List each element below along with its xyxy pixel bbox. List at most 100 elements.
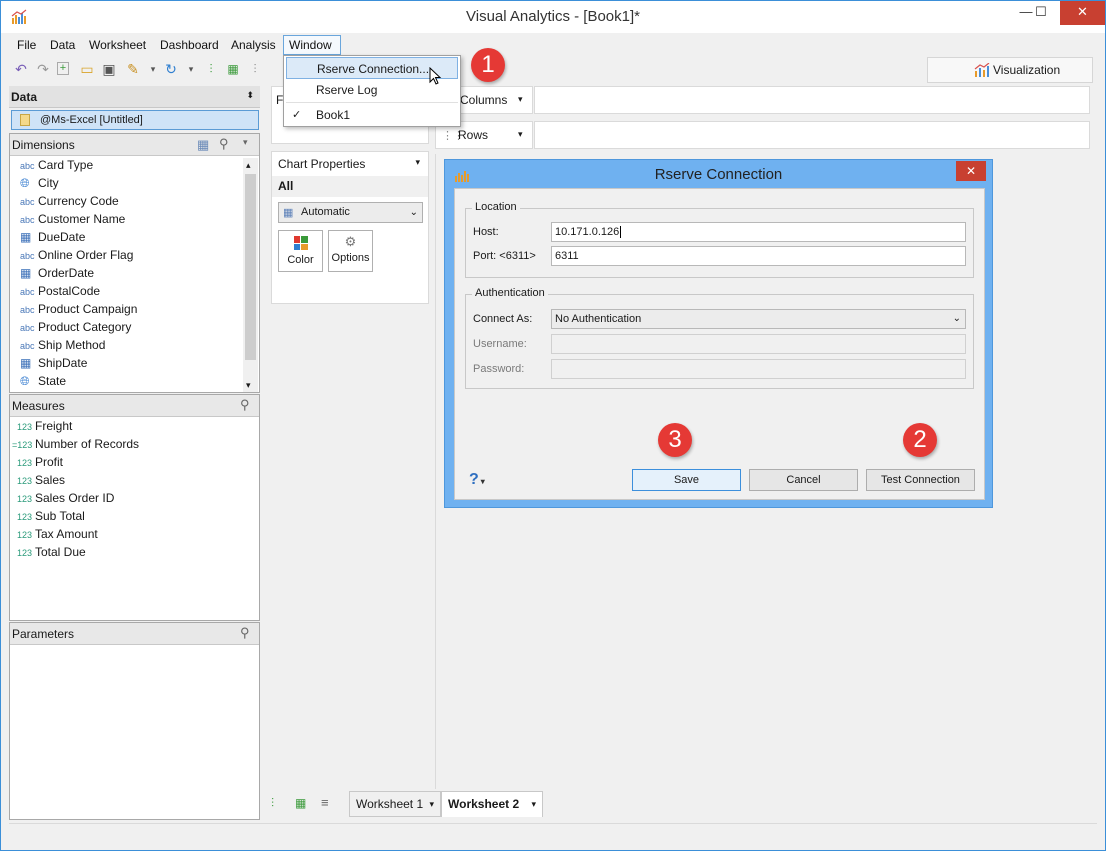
dimension-item[interactable]: abc Online Order Flag bbox=[10, 246, 259, 264]
data-source-icon[interactable]: ✎ bbox=[125, 61, 141, 77]
help-icon[interactable]: ? ▾ bbox=[469, 471, 485, 489]
menu-file[interactable]: File bbox=[12, 35, 41, 55]
menu-window[interactable]: Window bbox=[283, 35, 341, 55]
table-view-icon[interactable]: ▦ bbox=[197, 137, 209, 153]
menu-data[interactable]: Data bbox=[45, 35, 80, 55]
chart-type-select[interactable]: ▦ Automatic ⌄ bbox=[278, 202, 423, 223]
measure-item[interactable]: 123 Sales Order ID bbox=[10, 489, 259, 507]
status-bar bbox=[9, 823, 1097, 843]
dimension-item[interactable]: abc Currency Code bbox=[10, 192, 259, 210]
sheet-tab-1-label: Worksheet 1 bbox=[356, 797, 424, 811]
search-icon[interactable]: ⚲ bbox=[219, 136, 229, 152]
redo-icon[interactable]: ↷ bbox=[35, 61, 51, 77]
options-label: Options bbox=[331, 252, 370, 264]
chevron-down-icon[interactable]: ▾ bbox=[243, 137, 248, 148]
number-type-icon: 123 bbox=[16, 548, 32, 558]
new-dashboard-icon[interactable]: ▦ bbox=[225, 61, 241, 77]
dimensions-scrollbar[interactable]: ▴ ▾ bbox=[243, 158, 258, 392]
data-source-item[interactable]: @Ms-Excel [Untitled] bbox=[11, 110, 259, 130]
globe-icon: 🌐︎ bbox=[20, 374, 30, 388]
connect-as-select[interactable]: No Authentication ⌄ bbox=[551, 309, 966, 329]
chart-type-value: Automatic bbox=[301, 206, 350, 218]
dimension-label: Ship Method bbox=[38, 338, 106, 352]
options-button[interactable]: ⚙ Options bbox=[328, 230, 373, 272]
scroll-thumb[interactable] bbox=[245, 174, 256, 360]
username-input[interactable] bbox=[551, 334, 966, 354]
dimension-item[interactable]: abc Product Category bbox=[10, 318, 259, 336]
tab-visualization[interactable]: Visualization bbox=[927, 57, 1093, 83]
scroll-up-icon[interactable]: ▴ bbox=[246, 160, 251, 171]
measure-item[interactable]: 123 Sub Total bbox=[10, 507, 259, 525]
dimension-item[interactable]: abc Product Campaign bbox=[10, 300, 259, 318]
dimension-item[interactable]: abc Ship Method bbox=[10, 336, 259, 354]
number-type-icon: 123 bbox=[16, 512, 32, 522]
sheet-tab-2[interactable]: Worksheet 2 ▾ bbox=[441, 791, 543, 817]
save-icon[interactable]: ▣ bbox=[101, 61, 117, 77]
new-icon[interactable]: + bbox=[57, 62, 69, 75]
chevron-down-icon: ⌄ bbox=[409, 207, 418, 218]
new-dashboard-icon[interactable]: ▦ bbox=[295, 796, 306, 810]
sheet-list-icon[interactable]: ≡ bbox=[321, 795, 329, 810]
menu-bar: File Data Worksheet Dashboard Analysis W… bbox=[9, 35, 1105, 55]
open-folder-icon[interactable]: ▭ bbox=[79, 61, 95, 77]
rows-shelf[interactable] bbox=[534, 121, 1090, 149]
dimension-item[interactable]: ▦ ShipDate bbox=[10, 354, 259, 372]
dimension-label: Online Order Flag bbox=[38, 248, 134, 262]
parameters-panel: Parameters ⚲ bbox=[9, 622, 260, 820]
close-button[interactable]: ✕ bbox=[1060, 1, 1105, 25]
test-connection-button[interactable]: Test Connection bbox=[866, 469, 975, 491]
measure-label: Total Due bbox=[35, 545, 86, 559]
scroll-down-icon[interactable]: ▾ bbox=[246, 380, 251, 391]
measure-item[interactable]: 123 Tax Amount bbox=[10, 525, 259, 543]
measure-item[interactable]: =123 Number of Records bbox=[10, 435, 259, 453]
dimension-item[interactable]: ▦ DueDate bbox=[10, 228, 259, 246]
color-button[interactable]: Color bbox=[278, 230, 323, 272]
tab-visualization-label: Visualization bbox=[993, 63, 1061, 77]
measure-item[interactable]: 123 Freight bbox=[10, 417, 259, 435]
sheet-tab-1[interactable]: Worksheet 1 ▾ bbox=[349, 791, 441, 817]
chart-scope: All bbox=[272, 176, 428, 197]
cancel-button[interactable]: Cancel bbox=[749, 469, 858, 491]
columns-shelf[interactable] bbox=[534, 86, 1090, 114]
menu-analysis[interactable]: Analysis bbox=[226, 35, 281, 55]
menu-worksheet[interactable]: Worksheet bbox=[84, 35, 151, 55]
dimension-item[interactable]: 🌐︎ City bbox=[10, 174, 259, 192]
port-input[interactable]: 6311 bbox=[551, 246, 966, 266]
dimension-item[interactable]: abc Card Type bbox=[10, 156, 259, 174]
menu-item-book1[interactable]: ✓ Book1 bbox=[284, 104, 460, 126]
chevron-down-icon[interactable]: ▾ bbox=[531, 792, 536, 816]
search-icon[interactable]: ⚲ bbox=[240, 397, 250, 413]
refresh-icon[interactable]: ↻ bbox=[163, 61, 179, 77]
save-button[interactable]: Save bbox=[632, 469, 741, 491]
number-type-icon: 123 bbox=[16, 458, 32, 468]
dialog-close-button[interactable]: ✕ bbox=[956, 161, 986, 181]
chevron-down-icon[interactable]: ▾ bbox=[518, 129, 523, 140]
dimension-item[interactable]: abc Customer Name bbox=[10, 210, 259, 228]
search-icon[interactable]: ⚲ bbox=[240, 625, 250, 641]
sort-icon[interactable]: ⬍ bbox=[246, 90, 254, 101]
dimension-item[interactable]: 🌐︎ State bbox=[10, 372, 259, 390]
window-menu-dropdown: Rserve Connection... Rserve Log ✓ Book1 bbox=[283, 55, 461, 127]
data-panel: Data ⬍ @Ms-Excel [Untitled] bbox=[9, 86, 260, 130]
dimension-item[interactable]: abc PostalCode bbox=[10, 282, 259, 300]
new-worksheet-icon[interactable]: ⫶ bbox=[203, 61, 219, 77]
dimension-item[interactable]: ▦ OrderDate bbox=[10, 264, 259, 282]
measure-item[interactable]: 123 Sales bbox=[10, 471, 259, 489]
string-type-icon: abc bbox=[20, 161, 35, 171]
chevron-down-icon[interactable]: ▾ bbox=[183, 61, 199, 77]
checkmark-icon: ✓ bbox=[292, 109, 302, 121]
measure-item[interactable]: 123 Total Due bbox=[10, 543, 259, 561]
password-input[interactable] bbox=[551, 359, 966, 379]
chart-icon[interactable]: ⫶ bbox=[247, 61, 263, 77]
measure-item[interactable]: 123 Profit bbox=[10, 453, 259, 471]
maximize-button[interactable]: ☐ bbox=[1025, 1, 1057, 25]
undo-icon[interactable]: ↶ bbox=[13, 61, 29, 77]
chevron-down-icon[interactable]: ▾ bbox=[415, 157, 420, 168]
new-worksheet-icon[interactable]: ⫶ bbox=[271, 796, 274, 811]
chevron-down-icon[interactable]: ▾ bbox=[145, 61, 161, 77]
chevron-down-icon[interactable]: ▾ bbox=[518, 94, 523, 105]
menu-dashboard[interactable]: Dashboard bbox=[155, 35, 224, 55]
dimension-label: Currency Code bbox=[38, 194, 119, 208]
host-input[interactable]: 10.171.0.126 bbox=[551, 222, 966, 242]
chevron-down-icon[interactable]: ▾ bbox=[429, 792, 434, 816]
